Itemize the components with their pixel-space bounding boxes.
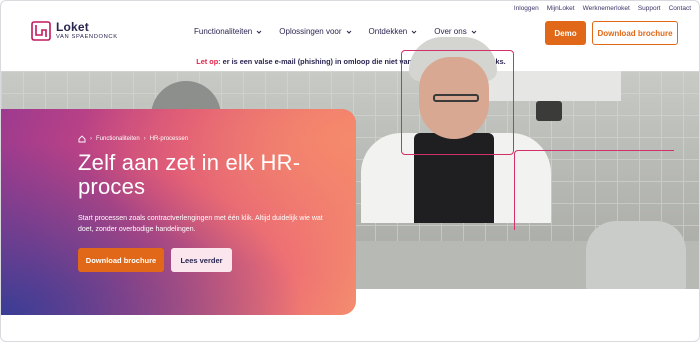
chevron-down-icon [256,30,262,34]
download-brochure-button[interactable]: Download brochure [78,248,164,272]
nav-item-label: Functionaliteiten [194,27,253,36]
demo-button[interactable]: Demo [545,21,586,45]
nav-item-functionaliteiten[interactable]: Functionaliteiten [194,27,262,36]
phishing-alert[interactable]: Let op: er is een valse e-mail (phishing… [1,57,699,66]
alert-prefix: Let op: [196,57,221,66]
logo-subtitle: VAN SPAENDONCK [56,34,118,41]
nav-item-label: Over ons [434,27,467,36]
logo-mark-icon [31,21,51,41]
utility-link-werknemerloket[interactable]: Werknemerloket [583,5,630,12]
page-title: Zelf aan zet in elk HR-proces [78,150,301,199]
logo[interactable]: Loket VAN SPAENDONCK [31,21,118,41]
breadcrumb-separator-icon: › [143,136,146,142]
nav-item-label: Ontdekken [368,27,408,36]
utility-link-inloggen[interactable]: Inloggen [514,5,539,12]
breadcrumb-item-functionaliteiten[interactable]: Functionaliteiten [96,136,140,142]
nav-item-ontdekken[interactable]: Ontdekken [369,27,418,36]
breadcrumb: › Functionaliteiten › HR-processen [78,135,188,143]
utility-nav: Inloggen MijnLoket Werknemerloket Suppor… [514,5,691,12]
mixer-machine [586,221,686,289]
nav-item-oplossingen[interactable]: Oplossingen voor [279,27,351,36]
download-brochure-header-button[interactable]: Download brochure [592,21,678,45]
chevron-down-icon [471,30,477,34]
wall-socket [536,101,562,121]
utility-link-contact[interactable]: Contact [669,5,691,12]
main-nav: Functionaliteiten Oplossingen voor Ontde… [194,27,477,36]
nav-item-label: Oplossingen voor [279,27,342,36]
breadcrumb-separator-icon: › [90,136,92,142]
home-icon[interactable] [78,135,86,143]
breadcrumb-item-hr-processen: HR-processen [149,136,189,142]
chevron-down-icon [346,30,351,34]
chevron-down-icon [411,30,417,34]
lees-verder-button[interactable]: Lees verder [171,248,232,272]
decorative-frame-secondary [514,150,674,230]
logo-name: Loket [56,20,90,35]
page: Inloggen MijnLoket Werknemerloket Suppor… [0,0,700,342]
decorative-frame [401,50,514,155]
utility-link-mijnloket[interactable]: MijnLoket [547,5,575,12]
utility-link-support[interactable]: Support [638,5,661,12]
hero-description: Start processen zoals contractverlenging… [78,215,323,233]
nav-item-over-ons[interactable]: Over ons [434,27,477,36]
